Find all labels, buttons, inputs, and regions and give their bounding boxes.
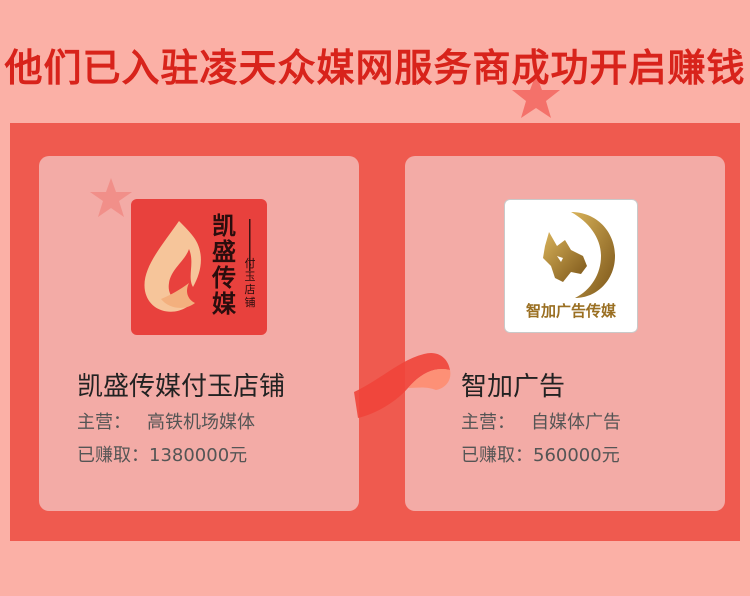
star-decoration-icon	[90, 178, 132, 217]
main-business-label: 主营：	[461, 412, 515, 433]
ribbon-decoration-icon	[354, 352, 451, 418]
main-business: 主营： 高铁机场媒体	[77, 408, 255, 434]
brand-name-vertical: 凯 盛 传 媒	[212, 212, 236, 318]
merchant-card[interactable]: 智加广告传媒 智加广告 主营： 自媒体广告 已赚取：560000元	[405, 156, 725, 511]
main-business-label: 主营：	[77, 412, 131, 433]
page-headline: 他们已入驻凌天众媒网服务商成功开启赚钱	[4, 46, 746, 90]
merchant-name: 智加广告	[461, 372, 566, 402]
zhijia-logo: 智加广告传媒	[504, 199, 638, 333]
merchant-card[interactable]: 凯 盛 传 媒 付 玉 店 铺 凯盛传媒付玉店铺 主营： 高铁机场媒体 已赚取：1…	[39, 156, 359, 511]
logo-brand-text: 智加广告传媒	[525, 302, 616, 320]
store-name-vertical: 付 玉 店 铺	[244, 257, 256, 309]
kaisheng-logo: 凯 盛 传 媒 付 玉 店 铺	[131, 199, 267, 335]
earnings: 已赚取：1380000元	[77, 441, 247, 467]
earnings: 已赚取：560000元	[461, 441, 620, 467]
earnings-label: 已赚取：	[461, 445, 533, 466]
earnings-label: 已赚取：	[77, 445, 149, 466]
main-business: 主营： 自媒体广告	[461, 408, 621, 434]
main-business-value: 高铁机场媒体	[147, 412, 255, 433]
merchant-name: 凯盛传媒付玉店铺	[77, 372, 286, 402]
earnings-value: 560000元	[533, 445, 620, 466]
earnings-value: 1380000元	[149, 445, 248, 466]
main-business-value: 自媒体广告	[531, 412, 621, 433]
